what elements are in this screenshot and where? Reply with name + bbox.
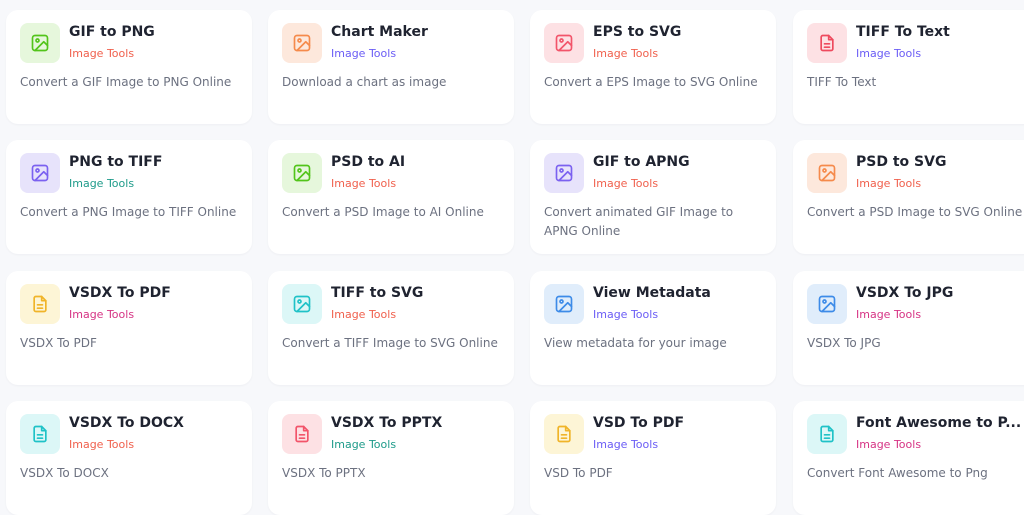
tool-title[interactable]: EPS to SVG: [593, 24, 765, 40]
tool-description: Convert a TIFF Image to SVG Online: [282, 336, 498, 350]
tool-card[interactable]: PSD to AI Image Tools Convert a PSD Imag…: [268, 140, 514, 254]
image-icon: [544, 284, 584, 324]
tool-card[interactable]: PNG to TIFF Image Tools Convert a PNG Im…: [6, 140, 252, 254]
tool-title[interactable]: VSDX To JPG: [856, 285, 1024, 301]
tool-card[interactable]: EPS to SVG Image Tools Convert a EPS Ima…: [530, 10, 776, 124]
image-icon: [282, 153, 322, 193]
image-icon: [282, 284, 322, 324]
tool-category[interactable]: Image Tools: [69, 47, 134, 60]
tool-description: Convert a PSD Image to SVG Online: [807, 205, 1023, 219]
document-icon: [544, 414, 584, 454]
tool-category[interactable]: Image Tools: [856, 438, 921, 451]
tool-title[interactable]: PNG to TIFF: [69, 154, 241, 170]
image-icon: [20, 153, 60, 193]
tool-card[interactable]: View Metadata Image Tools View metadata …: [530, 271, 776, 385]
tool-category[interactable]: Image Tools: [331, 438, 396, 451]
tool-description: TIFF To Text: [807, 75, 877, 89]
tool-title[interactable]: TIFF to SVG: [331, 285, 503, 301]
tool-description: VSD To PDF: [544, 466, 613, 480]
document-icon: [20, 414, 60, 454]
document-icon: [807, 414, 847, 454]
tool-title[interactable]: VSD To PDF: [593, 415, 765, 431]
tool-title[interactable]: VSDX To DOCX: [69, 415, 241, 431]
tool-title[interactable]: GIF to APNG: [593, 154, 765, 170]
tool-description: Convert a PSD Image to AI Online: [282, 205, 484, 219]
image-icon: [544, 153, 584, 193]
image-icon: [807, 284, 847, 324]
tool-description: Convert animated GIF Image to APNG Onlin…: [544, 205, 734, 238]
tool-card[interactable]: PSD to SVG Image Tools Convert a PSD Ima…: [793, 140, 1024, 254]
tool-card[interactable]: TIFF to SVG Image Tools Convert a TIFF I…: [268, 271, 514, 385]
tool-category[interactable]: Image Tools: [331, 47, 396, 60]
image-icon: [807, 153, 847, 193]
tool-description: Download a chart as image: [282, 75, 447, 89]
document-icon: [282, 414, 322, 454]
tool-title[interactable]: View Metadata: [593, 285, 765, 301]
tool-title[interactable]: PSD to AI: [331, 154, 503, 170]
tool-category[interactable]: Image Tools: [593, 47, 658, 60]
tools-grid: GIF to PNG Image Tools Convert a GIF Ima…: [0, 0, 1024, 515]
tool-card[interactable]: GIF to APNG Image Tools Convert animated…: [530, 140, 776, 254]
tool-title[interactable]: GIF to PNG: [69, 24, 241, 40]
document-icon: [20, 284, 60, 324]
tool-category[interactable]: Image Tools: [856, 177, 921, 190]
tool-card[interactable]: VSDX To PDF Image Tools VSDX To PDF: [6, 271, 252, 385]
tool-category[interactable]: Image Tools: [331, 308, 396, 321]
image-icon: [20, 23, 60, 63]
tool-card[interactable]: VSDX To JPG Image Tools VSDX To JPG: [793, 271, 1024, 385]
tool-title[interactable]: Chart Maker: [331, 24, 503, 40]
image-icon: [544, 23, 584, 63]
tool-description: View metadata for your image: [544, 336, 727, 350]
tool-card[interactable]: Chart Maker Image Tools Download a chart…: [268, 10, 514, 124]
tool-description: Convert a EPS Image to SVG Online: [544, 75, 758, 89]
image-icon: [282, 23, 322, 63]
tool-category[interactable]: Image Tools: [69, 308, 134, 321]
tool-description: VSDX To JPG: [807, 336, 881, 350]
tool-category[interactable]: Image Tools: [856, 47, 921, 60]
tool-description: VSDX To PDF: [20, 336, 97, 350]
tool-card[interactable]: TIFF To Text Image Tools TIFF To Text: [793, 10, 1024, 124]
tool-title[interactable]: VSDX To PDF: [69, 285, 241, 301]
document-icon: [807, 23, 847, 63]
tool-description: VSDX To DOCX: [20, 466, 109, 480]
tool-category[interactable]: Image Tools: [593, 308, 658, 321]
tool-category[interactable]: Image Tools: [69, 177, 134, 190]
tool-description: VSDX To PPTX: [282, 466, 366, 480]
tool-title[interactable]: PSD to SVG: [856, 154, 1024, 170]
tool-description: Convert Font Awesome to Png: [807, 466, 988, 480]
tool-title[interactable]: TIFF To Text: [856, 24, 1024, 40]
tool-description: Convert a PNG Image to TIFF Online: [20, 205, 237, 219]
tool-description: Convert a GIF Image to PNG Online: [20, 75, 232, 89]
tool-title[interactable]: Font Awesome to P...: [856, 415, 1024, 431]
tool-category[interactable]: Image Tools: [593, 438, 658, 451]
tool-card[interactable]: GIF to PNG Image Tools Convert a GIF Ima…: [6, 10, 252, 124]
tool-category[interactable]: Image Tools: [593, 177, 658, 190]
tool-title[interactable]: VSDX To PPTX: [331, 415, 503, 431]
tool-category[interactable]: Image Tools: [69, 438, 134, 451]
tool-category[interactable]: Image Tools: [856, 308, 921, 321]
tool-category[interactable]: Image Tools: [331, 177, 396, 190]
